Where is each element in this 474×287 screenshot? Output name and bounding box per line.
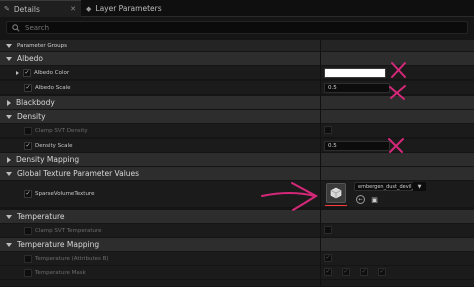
annotation-x-mark [389, 85, 406, 100]
annotation-x-mark [391, 62, 406, 78]
annotation-arrow-head [291, 182, 318, 211]
annotation-x-mark [388, 138, 404, 153]
annotation-overlay [261, 62, 406, 211]
annotation-arrow-shaft [261, 192, 316, 197]
